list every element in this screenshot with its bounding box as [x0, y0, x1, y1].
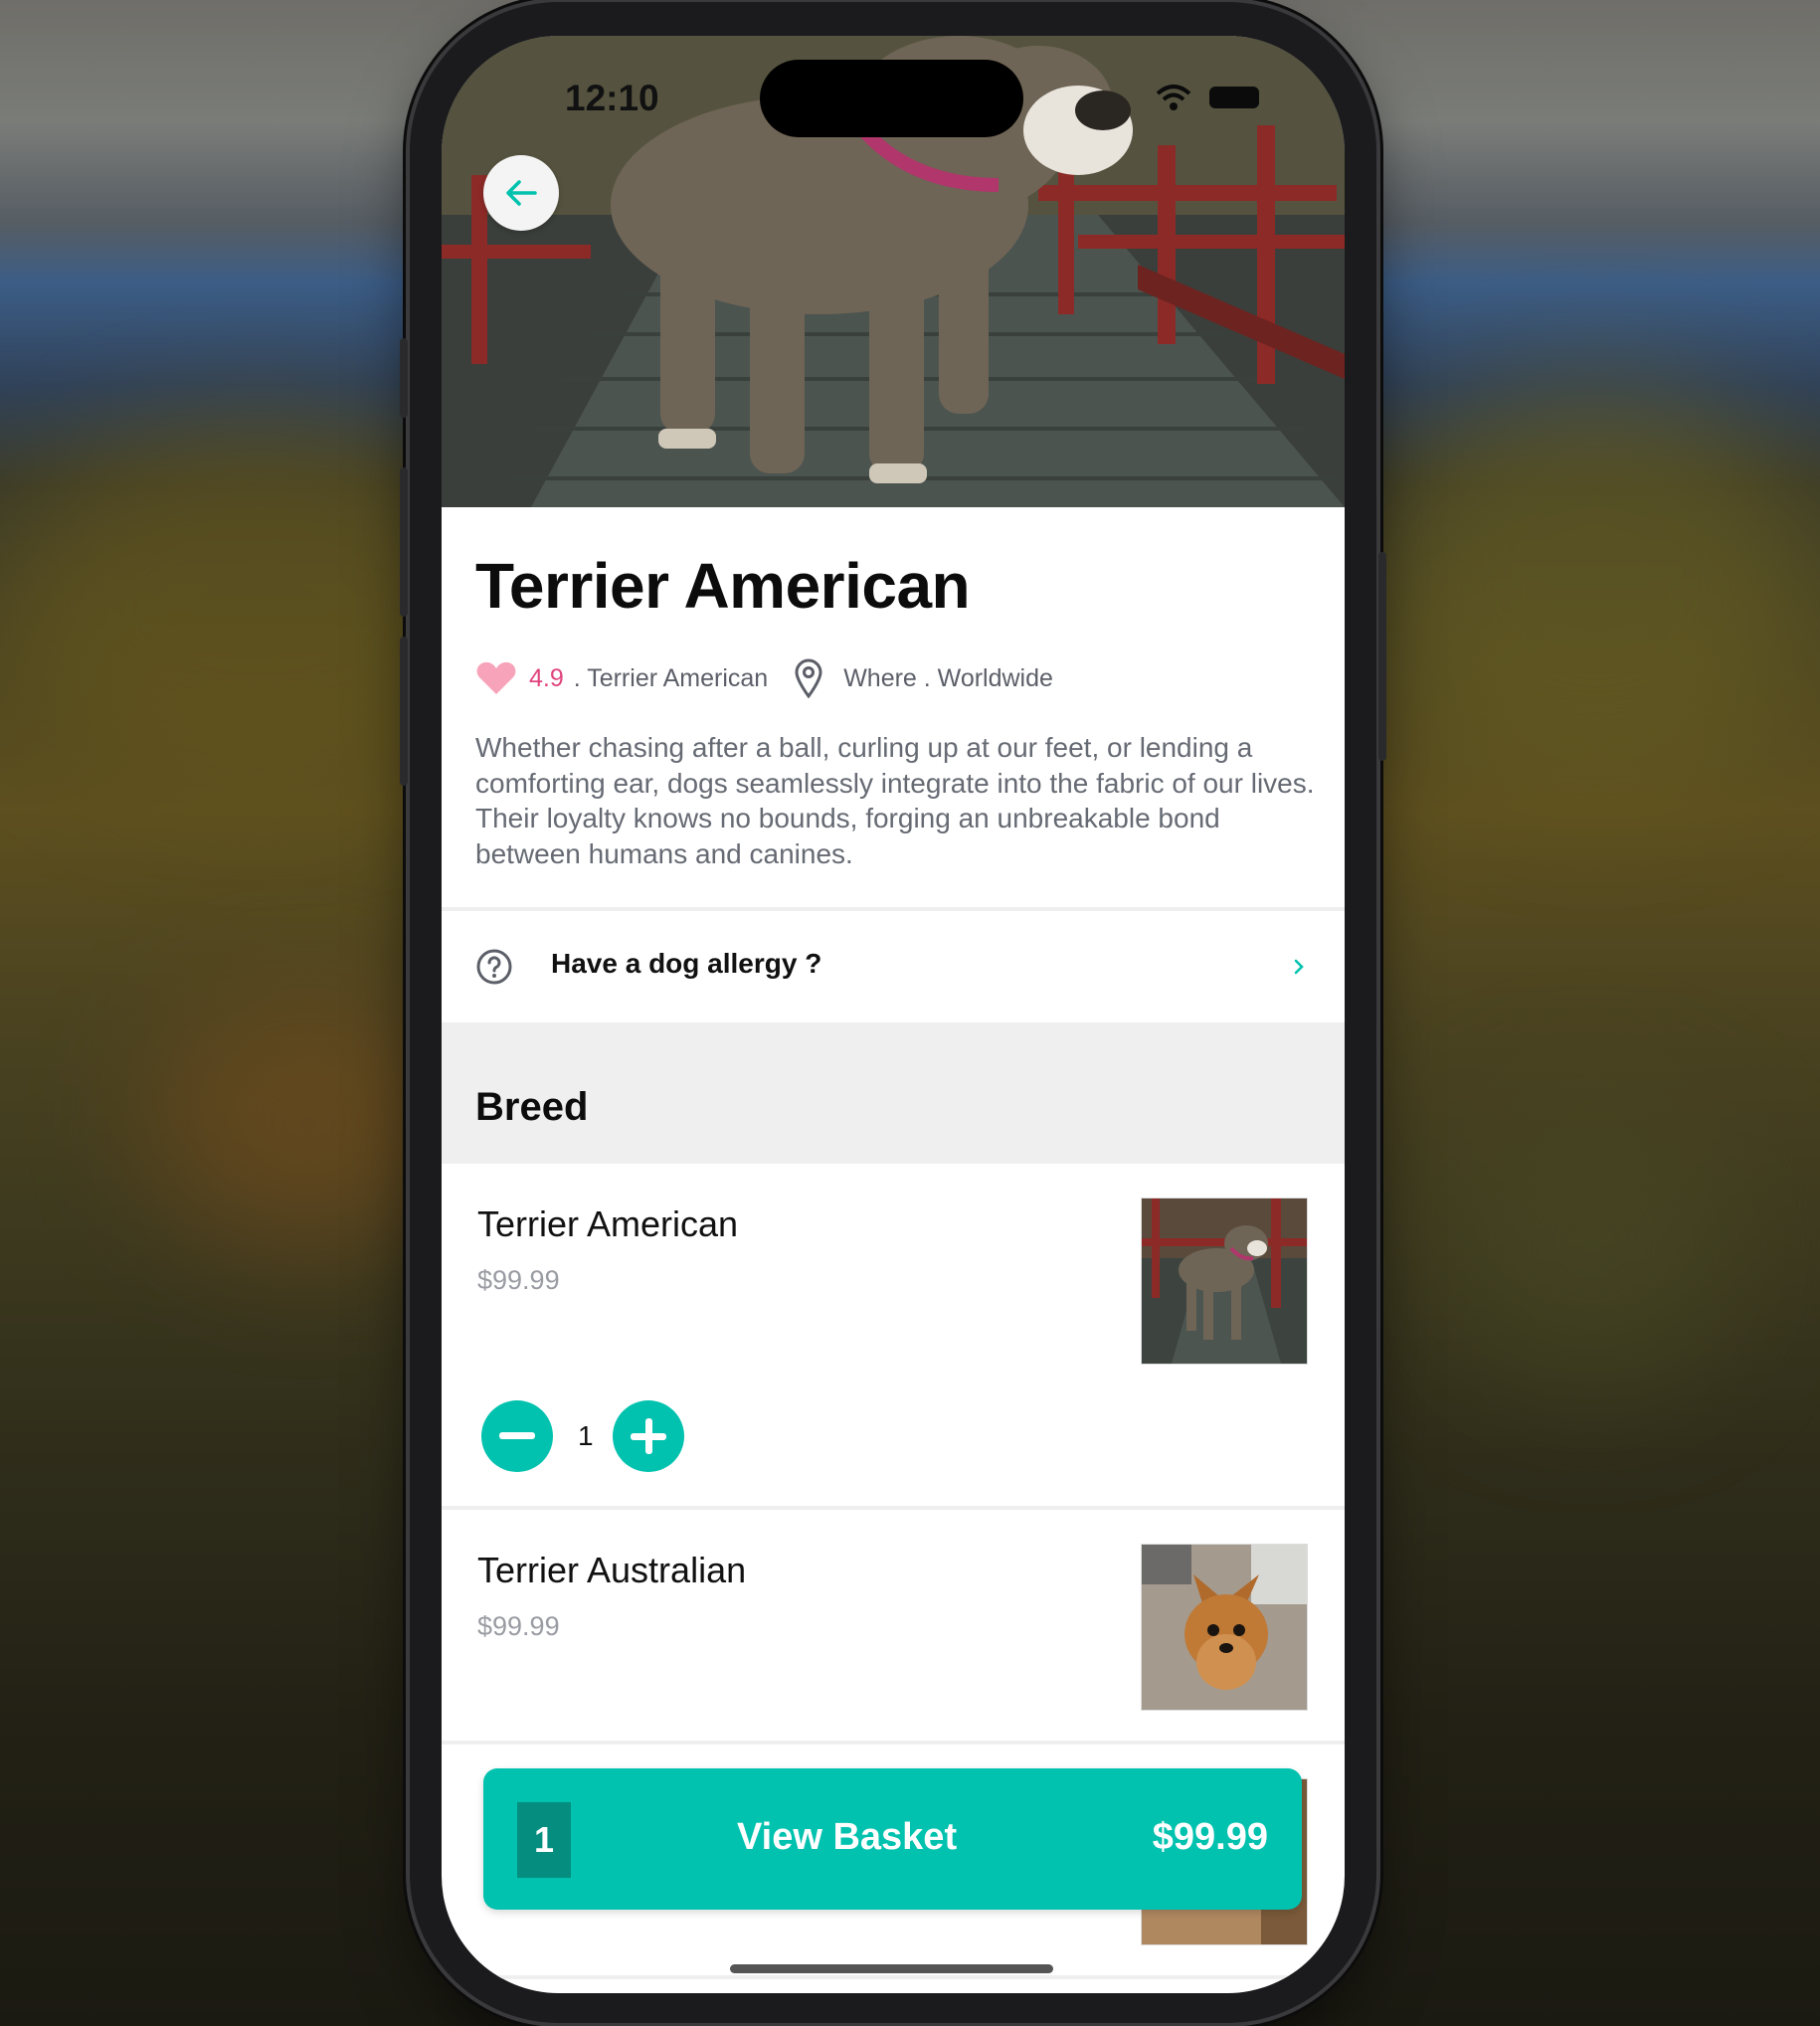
battery-icon [1209, 87, 1259, 108]
phone-side-button [400, 338, 408, 418]
question-circle-icon [476, 949, 512, 985]
rating-value: 4.9 [529, 663, 564, 692]
hero-dog-photo: 12:10 [442, 36, 1345, 507]
terrier-american-photo [1142, 1198, 1307, 1364]
product-meta: 4.9 . Terrier American Where . Worldwide [475, 658, 1053, 698]
basket-total: $99.99 [1152, 1816, 1268, 1858]
view-basket-button[interactable]: 1 View Basket $99.99 [483, 1768, 1302, 1910]
location-pin-icon [795, 658, 822, 698]
arrow-left-icon [506, 180, 537, 206]
basket-count: 1 [517, 1802, 571, 1878]
increase-quantity-button[interactable] [613, 1400, 684, 1472]
home-indicator [730, 1964, 1053, 1973]
backdrop-blur [1442, 1094, 1740, 1392]
terrier-australian-photo [1142, 1545, 1307, 1710]
basket-label: View Basket [737, 1816, 958, 1858]
app-screen: 12:10 Terrier American 4.9 . Terrier Ame… [442, 36, 1345, 1993]
allergy-label: Have a dog allergy ? [551, 948, 822, 979]
phone-side-button [1378, 552, 1386, 761]
backdrop-blur [1372, 378, 1820, 796]
phone-side-button [400, 637, 408, 786]
minus-icon [499, 1432, 535, 1439]
decrease-quantity-button[interactable] [481, 1400, 553, 1472]
dynamic-island [760, 60, 1023, 137]
product-description: Whether chasing after a ball, curling up… [475, 732, 1315, 869]
wifi-icon [1156, 85, 1191, 110]
phone-side-button [400, 467, 408, 617]
breed-item-terrier-american[interactable]: Terrier American $99.99 1 [442, 1164, 1345, 1506]
divider [442, 1975, 1345, 1979]
breed-name: Terrier American [477, 1203, 739, 1244]
section-title: Breed [475, 1085, 589, 1129]
breed-item-terrier-australian[interactable]: Terrier Australian $99.99 [442, 1510, 1345, 1741]
breed-thumbnail [1141, 1544, 1308, 1711]
breed-price: $99.99 [477, 1265, 560, 1295]
dog-allergy-row[interactable]: Have a dog allergy ? [442, 911, 1345, 1022]
heart-icon [476, 661, 516, 694]
chevron-right-icon [1294, 959, 1304, 975]
page-title: Terrier American [475, 550, 971, 622]
breed-section-header: Breed [442, 1022, 1345, 1162]
plus-icon [631, 1418, 666, 1454]
quantity-value: 1 [578, 1420, 594, 1451]
back-button[interactable] [483, 155, 559, 231]
breed-tag: . Terrier American [573, 663, 769, 692]
breed-thumbnail [1141, 1197, 1308, 1365]
location-text: Where . Worldwide [843, 663, 1053, 692]
breed-name: Terrier Australian [477, 1550, 747, 1590]
status-time: 12:10 [565, 78, 659, 118]
breed-price: $99.99 [477, 1611, 560, 1641]
status-icons [1156, 84, 1259, 111]
